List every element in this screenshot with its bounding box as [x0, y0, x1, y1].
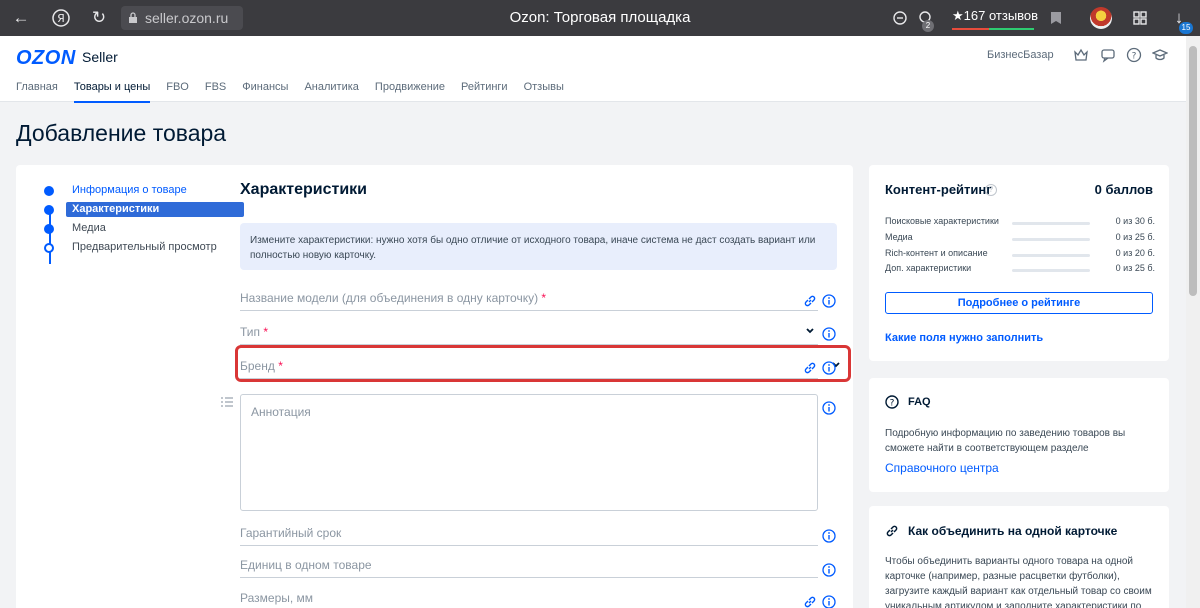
extensions-icon[interactable] — [1128, 6, 1152, 30]
merge-text: Чтобы объединить варианты одного товара … — [885, 556, 1152, 608]
rating-row: Медиа 0 из 25 б. — [885, 232, 1155, 242]
main-nav: Главная Товары и цены FBO FBS Финансы Ан… — [16, 81, 564, 103]
question-icon[interactable]: ? — [985, 184, 997, 196]
list-format-icon[interactable] — [221, 397, 233, 407]
faq-text: Подробную информацию по заведению товаро… — [885, 428, 1126, 454]
annotation-textarea[interactable]: Аннотация — [240, 394, 818, 511]
svg-text:?: ? — [890, 399, 895, 409]
info-icon[interactable] — [822, 529, 836, 543]
rating-row: Rich-контент и описание 0 из 20 б. — [885, 248, 1155, 258]
rating-row: Доп. характеристики 0 из 25 б. — [885, 263, 1155, 273]
nav-reviews[interactable]: Отзывы — [524, 81, 564, 93]
rating-details-button[interactable]: Подробнее о рейтинге — [885, 292, 1153, 314]
help-circle-icon: ? — [885, 395, 899, 409]
nav-analytics[interactable]: Аналитика — [304, 81, 358, 93]
education-cap-icon[interactable] — [1151, 46, 1169, 64]
step-media[interactable]: Медиа — [36, 221, 226, 236]
nav-fbs[interactable]: FBS — [205, 81, 226, 93]
sizes-field[interactable]: Размеры, мм — [240, 591, 818, 608]
model-name-field[interactable]: Название модели (для объединения в одну … — [240, 291, 818, 311]
rating-title: Контент-рейтинг — [885, 182, 992, 197]
info-icon[interactable] — [822, 294, 836, 308]
logo-subtitle: Seller — [82, 49, 118, 65]
help-center-link[interactable]: Справочного центра — [885, 461, 999, 475]
warranty-field[interactable]: Гарантийный срок — [240, 526, 818, 546]
link-icon[interactable] — [803, 361, 817, 375]
reviews-badge[interactable]: ★167 отзывов — [952, 8, 1038, 30]
nav-fbo[interactable]: FBO — [166, 81, 189, 93]
content-rating-panel: Контент-рейтинг ? 0 баллов Поисковые хар… — [869, 165, 1169, 361]
ozon-logo[interactable]: OZON — [16, 47, 76, 70]
nav-products[interactable]: Товары и цены — [73, 81, 151, 103]
product-form-card: Информация о товаре Характеристики Медиа… — [16, 165, 853, 608]
info-icon[interactable] — [822, 327, 836, 341]
nav-main[interactable]: Главная — [16, 81, 58, 93]
browser-toolbar: ← Я ↻ seller.ozon.ru Ozon: Торговая площ… — [0, 0, 1200, 36]
link-icon[interactable] — [803, 294, 817, 308]
info-icon[interactable] — [822, 563, 836, 577]
crown-icon[interactable] — [1072, 46, 1090, 64]
nav-promotion[interactable]: Продвижение — [375, 81, 445, 93]
app-header: OZON Seller Главная Товары и цены FBO FB… — [0, 36, 1186, 103]
info-icon[interactable] — [822, 361, 836, 375]
info-notice: Измените характеристики: нужно хотя бы о… — [240, 223, 837, 270]
step-info[interactable]: Информация о товаре — [36, 183, 226, 198]
profile-avatar[interactable] — [1090, 7, 1112, 29]
bizbazar-link[interactable]: БизнесБазар — [987, 49, 1054, 61]
chat-icon[interactable] — [1099, 46, 1117, 64]
brand-select[interactable]: Бренд * — [240, 359, 840, 379]
link-icon — [886, 525, 898, 537]
section-title: Характеристики — [240, 181, 368, 198]
rating-score: 0 баллов — [1094, 182, 1153, 197]
chevron-down-icon — [806, 328, 814, 334]
faq-panel: ? FAQ Подробную информацию по заведению … — [869, 378, 1169, 492]
chat-bubble-icon[interactable] — [888, 6, 912, 30]
info-icon[interactable] — [822, 401, 836, 415]
help-icon[interactable]: ? — [1125, 46, 1143, 64]
svg-text:?: ? — [1132, 52, 1137, 62]
link-icon[interactable] — [803, 595, 817, 608]
rating-row: Поисковые характеристики 0 из 30 б. — [885, 216, 1155, 226]
units-field[interactable]: Единиц в одном товаре — [240, 558, 818, 578]
nav-ratings[interactable]: Рейтинги — [461, 81, 508, 93]
required-fields-link[interactable]: Какие поля нужно заполнить — [885, 332, 1043, 344]
faq-title: FAQ — [908, 396, 931, 408]
page-scrollbar[interactable] — [1186, 36, 1200, 608]
merge-title: Как объединить на одной карточке — [908, 524, 1118, 538]
tab-count-badge: 2 — [922, 20, 934, 32]
bookmark-icon[interactable] — [1044, 6, 1068, 30]
page-title: Добавление товара — [16, 120, 227, 146]
nav-finance[interactable]: Финансы — [242, 81, 288, 93]
info-icon[interactable] — [822, 595, 836, 608]
type-select[interactable]: Тип * — [240, 325, 818, 345]
step-preview[interactable]: Предварительный просмотр — [36, 240, 226, 255]
step-characteristics[interactable]: Характеристики — [36, 202, 244, 217]
merge-panel: Как объединить на одной карточке Чтобы о… — [869, 506, 1169, 608]
downloads-badge: 15 — [1179, 22, 1193, 34]
